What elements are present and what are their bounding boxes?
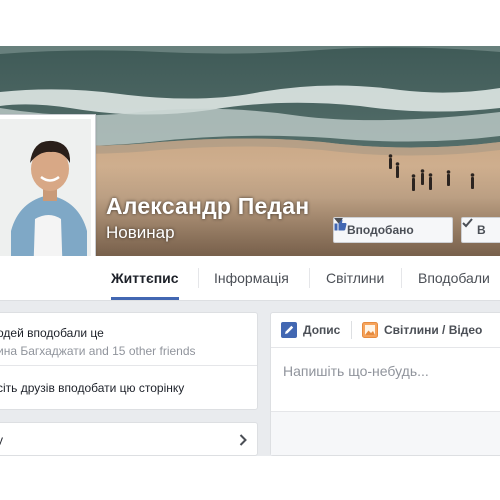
card-divider: [0, 365, 257, 366]
page-category[interactable]: Новинар: [106, 223, 175, 243]
about-card[interactable]: у: [0, 422, 258, 456]
friends-like-card: одей вподобали це ина Багхаджати and 15 …: [0, 312, 258, 410]
friends-like-names[interactable]: ина Багхаджати and 15 other friends: [0, 344, 196, 358]
about-card-label: у: [0, 433, 3, 447]
tab-divider: [309, 268, 310, 288]
friends-like-title[interactable]: одей вподобали це: [0, 326, 104, 340]
composer-tab-post[interactable]: Допис: [281, 313, 340, 347]
photo-icon: [362, 322, 378, 338]
composer-tab-photo-video[interactable]: Світлини / Відео: [362, 313, 482, 347]
page-viewport: Александр Педан Новинар Вподобано В Житт…: [0, 46, 500, 456]
composer-tab-divider: [351, 321, 352, 339]
tab-likes[interactable]: Вподобали: [418, 256, 490, 300]
tab-timeline[interactable]: Життєпис: [111, 256, 179, 300]
pencil-icon: [281, 322, 297, 338]
liked-button[interactable]: Вподобано: [333, 217, 453, 243]
following-label: В: [477, 223, 486, 237]
following-button[interactable]: В: [461, 217, 500, 243]
composer-footer: [271, 411, 500, 455]
tab-photos[interactable]: Світлини: [326, 256, 384, 300]
composer-tab-post-label: Допис: [303, 323, 341, 337]
composer-input[interactable]: Напишіть що-небудь...: [283, 363, 429, 379]
tab-divider: [401, 268, 402, 288]
page-tab-bar: Життєпис Інформація Світлини Вподобали: [0, 256, 500, 301]
liked-label: Вподобано: [347, 223, 414, 237]
tab-divider: [198, 268, 199, 288]
composer-tab-photo-video-label: Світлини / Відео: [384, 323, 483, 337]
invite-friends-link[interactable]: сіть друзів вподобати цю сторінку: [0, 381, 184, 395]
post-composer: Допис Світлини / Відео Напишіть що-небуд…: [270, 312, 500, 456]
composer-tabs: Допис Світлини / Відео: [271, 313, 500, 348]
chevron-right-icon: [239, 433, 247, 451]
tab-about[interactable]: Інформація: [214, 256, 289, 300]
page-name[interactable]: Александр Педан: [106, 193, 309, 220]
